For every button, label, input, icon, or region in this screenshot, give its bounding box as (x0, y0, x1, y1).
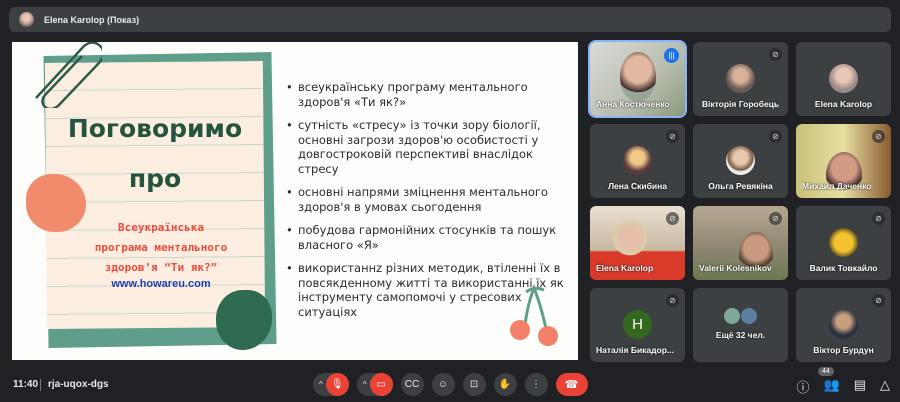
mic-off-icon: ⊘ (666, 294, 679, 307)
camera-off-button[interactable]: ▭ (369, 373, 393, 396)
participant-name: Ольга Ревякіна (708, 181, 773, 191)
video-feed (620, 52, 656, 102)
avatar (726, 64, 755, 93)
divider (40, 379, 41, 391)
paperclip-icon (35, 42, 102, 108)
clock: 11:40 (13, 379, 39, 390)
participant-tile[interactable]: ⊘ Валик Товкайло (796, 206, 891, 280)
mic-off-icon: ⊘ (872, 294, 885, 307)
mic-off-icon: ⊘ (872, 130, 885, 143)
participant-tile[interactable]: ⊘ Віктор Бурдун (796, 288, 891, 362)
activities-icon[interactable]: △ (880, 377, 890, 396)
presenter-avatar (19, 12, 34, 27)
avatar (829, 228, 858, 257)
participant-tile[interactable]: ⊘ Михаил Даченко (796, 124, 891, 198)
presenter-title: Elena Karolop (Показ) (44, 14, 140, 25)
participant-name: Михаил Даченко (802, 181, 872, 191)
present-button[interactable]: ⊡ (462, 373, 486, 396)
participant-count-badge: 44 (818, 367, 834, 376)
bullet-item: побудова гармонійних стосунків та пошук … (284, 223, 574, 252)
participant-tile[interactable]: ⊘ Лена Скибина (590, 124, 685, 198)
participant-tile[interactable]: ⊘ Elena Karolop (590, 206, 685, 280)
presenter-bar: Elena Karolop (Показ) (9, 7, 891, 32)
camera-control[interactable]: ^ ▭ (356, 373, 393, 396)
participant-name: Elena Karolop (596, 263, 654, 273)
avatar (829, 310, 858, 339)
more-participants-label: Ещё 32 чел. (715, 330, 766, 340)
slide-bullets: всеукраїнську програму ментального здоро… (284, 80, 574, 328)
avatar (741, 308, 757, 324)
video-feed (612, 220, 648, 260)
more-options-button[interactable]: ⋮ (524, 373, 548, 396)
captions-button[interactable]: CC (400, 373, 424, 396)
participant-name: Валик Товкайло (809, 263, 878, 273)
mic-off-icon: ⊘ (769, 212, 782, 225)
participant-tile[interactable]: ||| Анна Костюченко (588, 40, 687, 118)
mic-off-icon: ⊘ (666, 130, 679, 143)
emoji-button[interactable]: ☺ (431, 373, 455, 396)
slide-url: www.howareu.com (111, 278, 211, 290)
control-bar: 11:40 rja-uqox-dgs ^ 🎙 ^ ▭ CC ☺ ⊡ ✋ ⋮ ☎ 44… (0, 367, 900, 402)
mic-off-icon: ⊘ (666, 212, 679, 225)
chat-icon[interactable]: ▤ (854, 377, 866, 396)
people-icon[interactable]: 👥 (824, 377, 840, 396)
bullet-item: використаннz різних методик, втіленні їх… (284, 261, 574, 319)
participant-tile[interactable]: ⊘ Valerii Kolesnikov (693, 206, 788, 280)
participant-grid: ||| Анна Костюченко ⊘ Вікторія Горобець … (588, 40, 891, 362)
raise-hand-button[interactable]: ✋ (493, 373, 517, 396)
participant-tile[interactable]: H ⊘ Наталія Бикадор... (590, 288, 685, 362)
avatar (829, 64, 858, 93)
bullet-item: основні напрями зміцнення ментального зд… (284, 185, 574, 214)
mic-off-button[interactable]: 🎙 (325, 373, 349, 396)
more-participants-tile[interactable]: Ещё 32 чел. (693, 288, 788, 362)
mic-off-icon: ⊘ (872, 212, 885, 225)
chevron-up-icon[interactable]: ^ (319, 380, 323, 389)
video-feed (826, 152, 862, 198)
speaking-indicator-icon: ||| (664, 48, 679, 63)
mic-off-icon: ⊘ (769, 48, 782, 61)
slide-title: Поговоримо (67, 114, 243, 143)
participant-name: Віктор Бурдун (813, 345, 874, 355)
presentation-slide: Поговоримо про Всеукраїнська програма ме… (12, 42, 578, 360)
participant-tile[interactable]: ⊘ Вікторія Горобець (693, 42, 788, 116)
avatar (623, 146, 652, 175)
participant-tile[interactable]: Elena Karolop (796, 42, 891, 116)
slide-subtitle: Всеукраїнська програма ментального здоро… (52, 218, 270, 278)
info-icon[interactable]: ⓘ (797, 377, 810, 396)
participant-name: Вікторія Горобець (701, 99, 780, 109)
meeting-code: rja-uqox-dgs (48, 379, 109, 390)
bullet-item: всеукраїнську програму ментального здоро… (284, 80, 574, 109)
avatar-letter: H (623, 310, 652, 339)
participant-name: Valerii Kolesnikov (699, 263, 772, 273)
participant-tile[interactable]: ⊘ Ольга Ревякіна (693, 124, 788, 198)
participant-name: Наталія Бикадор... (596, 345, 675, 355)
participant-name: Лена Скибина (608, 181, 667, 191)
participant-name: Elena Karolop (814, 99, 873, 109)
subtitle-line: Всеукраїнська (117, 221, 205, 234)
avatar (726, 146, 755, 175)
chevron-up-icon[interactable]: ^ (363, 380, 367, 389)
leave-call-button[interactable]: ☎ (555, 373, 588, 396)
avatar (724, 308, 740, 324)
subtitle-line: програма ментального (94, 241, 228, 254)
bullet-item: сутність «стресу» із точки зору біології… (284, 118, 574, 176)
mic-off-icon: ⊘ (769, 130, 782, 143)
participant-name: Анна Костюченко (596, 99, 670, 109)
mic-control[interactable]: ^ 🎙 (313, 373, 349, 396)
slide-title-line2: про (128, 164, 182, 193)
subtitle-line: здоров’я “Ти як?” (104, 261, 218, 274)
